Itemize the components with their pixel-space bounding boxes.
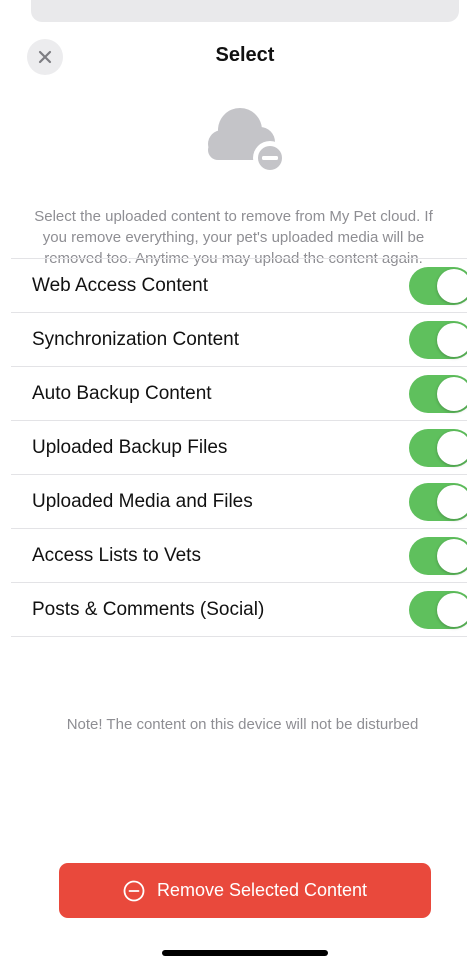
option-label: Auto Backup Content [32, 383, 212, 404]
option-row-access-lists: Access Lists to Vets [11, 528, 467, 582]
option-label: Uploaded Backup Files [32, 437, 228, 458]
option-row-auto-backup: Auto Backup Content [11, 366, 467, 420]
access-lists-toggle[interactable] [409, 537, 467, 575]
minus-circle-icon [123, 880, 145, 901]
option-row-uploaded-media: Uploaded Media and Files [11, 474, 467, 528]
option-label: Synchronization Content [32, 329, 240, 350]
cloud-remove-icon [208, 108, 287, 175]
web-access-toggle[interactable] [409, 267, 467, 305]
option-label: Access Lists to Vets [32, 545, 201, 566]
home-indicator [162, 950, 328, 956]
uploaded-media-toggle[interactable] [409, 483, 467, 521]
toggle-knob [437, 539, 467, 573]
toggle-knob [437, 485, 467, 519]
option-row-synchronization: Synchronization Content [11, 312, 467, 366]
option-row-uploaded-backup: Uploaded Backup Files [11, 420, 467, 474]
remove-selected-button[interactable]: Remove Selected Content [59, 863, 431, 918]
sheet-top-edge [31, 0, 459, 22]
auto-backup-toggle[interactable] [409, 375, 467, 413]
uploaded-backup-toggle[interactable] [409, 429, 467, 467]
option-row-web-access: Web Access Content [11, 258, 467, 312]
toggle-knob [437, 593, 467, 627]
instructions-line: you remove everything, your pet's upload… [42, 229, 425, 246]
posts-comments-toggle[interactable] [409, 591, 467, 629]
toggle-knob [437, 323, 467, 357]
toggle-knob [437, 431, 467, 465]
option-row-posts-comments: Posts & Comments (Social) [11, 582, 467, 637]
toggle-knob [437, 377, 467, 411]
toggle-knob [437, 269, 467, 303]
option-label: Uploaded Media and Files [32, 491, 253, 512]
option-label: Web Access Content [32, 275, 209, 296]
device-note: Note! The content on this device will no… [66, 716, 419, 733]
content-options-list: Web Access Content Synchronization Conte… [11, 258, 467, 637]
instructions-line: Select the uploaded content to remove fr… [34, 208, 433, 225]
synchronization-toggle[interactable] [409, 321, 467, 359]
option-label: Posts & Comments (Social) [32, 599, 265, 620]
remove-button-label: Remove Selected Content [156, 880, 368, 900]
page-title: Select [215, 44, 275, 66]
